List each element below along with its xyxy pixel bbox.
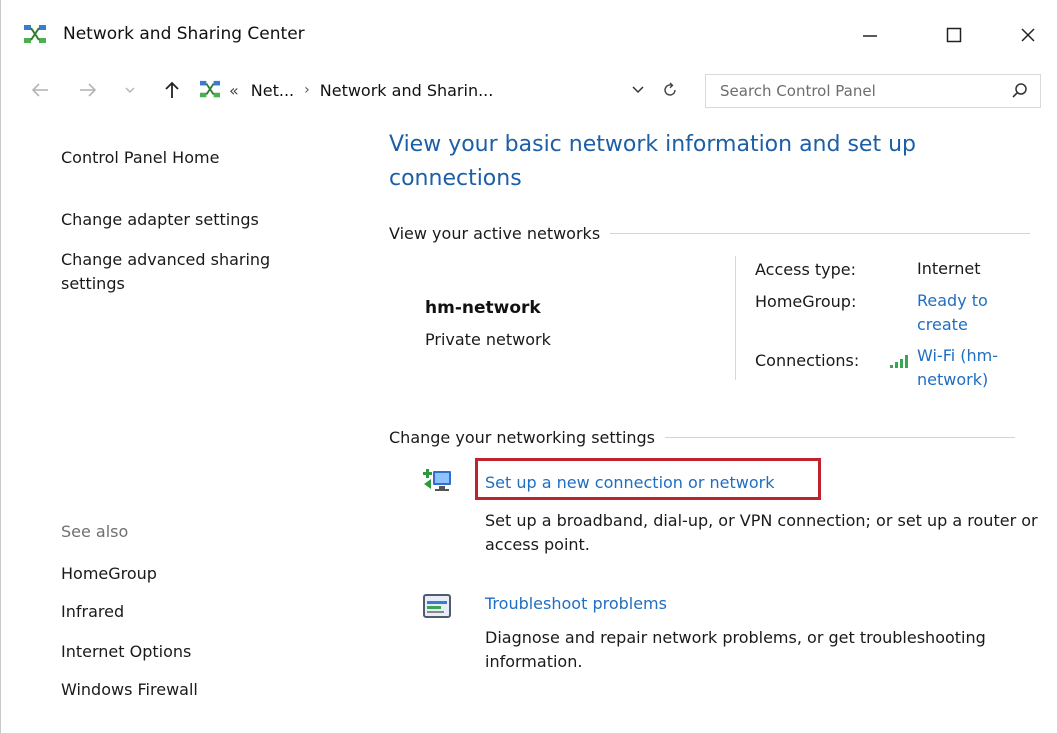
- change-settings-heading-text: Change your networking settings: [389, 428, 656, 447]
- troubleshoot-problems-link[interactable]: Troubleshoot problems: [485, 594, 667, 613]
- left-navigation-pane: Control Panel Home Change adapter settin…: [1, 116, 371, 733]
- wifi-connection-link[interactable]: Wi-Fi (hm-network): [917, 344, 1047, 392]
- search-icon[interactable]: [1010, 81, 1030, 101]
- window-title: Network and Sharing Center: [63, 24, 305, 44]
- access-type-label: Access type:: [755, 260, 856, 279]
- network-type: Private network: [425, 330, 551, 349]
- chevron-down-icon: [125, 87, 135, 93]
- close-button[interactable]: [1005, 18, 1051, 52]
- up-arrow-icon: [165, 81, 179, 98]
- highlight-annotation-box: [475, 458, 821, 500]
- wifi-signal-icon: [890, 355, 908, 368]
- internet-options-link[interactable]: Internet Options: [61, 640, 191, 664]
- minimize-icon: [863, 35, 877, 37]
- windows-firewall-link[interactable]: Windows Firewall: [61, 678, 198, 702]
- breadcrumb-overflow[interactable]: «: [229, 81, 239, 100]
- network-info-divider: [735, 256, 736, 380]
- address-row: « Net... › Network and Sharin...: [1, 66, 1057, 116]
- access-type-value: Internet: [917, 259, 981, 278]
- address-dropdown-button[interactable]: [625, 75, 651, 105]
- chevron-down-icon: [632, 86, 644, 94]
- change-adapter-settings-link[interactable]: Change adapter settings: [61, 208, 259, 232]
- connections-label: Connections:: [755, 351, 860, 370]
- control-panel-home-link[interactable]: Control Panel Home: [61, 146, 219, 170]
- main-content: View your basic network information and …: [389, 116, 1057, 733]
- refresh-button[interactable]: [655, 75, 685, 105]
- search-input[interactable]: [706, 82, 996, 100]
- change-advanced-sharing-link[interactable]: Change advanced sharing settings: [61, 248, 311, 296]
- breadcrumb-item-network[interactable]: Net...: [251, 81, 294, 100]
- network-name: hm-network: [425, 298, 541, 318]
- network-center-icon: [24, 25, 46, 43]
- homegroup-ready-link[interactable]: Ready to create: [917, 289, 1007, 337]
- maximize-icon: [946, 27, 962, 43]
- page-title: View your basic network information and …: [389, 132, 916, 191]
- title-bar: Network and Sharing Center: [1, 0, 1057, 66]
- new-connection-icon: [423, 469, 451, 491]
- homegroup-link[interactable]: HomeGroup: [61, 562, 157, 586]
- breadcrumb-item-sharing-center[interactable]: Network and Sharin...: [320, 81, 494, 100]
- see-also-label: See also: [61, 522, 129, 541]
- search-box[interactable]: [705, 74, 1041, 108]
- network-center-icon: [200, 80, 220, 98]
- change-settings-heading: Change your networking settings: [389, 428, 1016, 447]
- breadcrumb[interactable]: « Net... › Network and Sharin...: [193, 74, 693, 106]
- forward-arrow-icon: [80, 83, 97, 97]
- up-button[interactable]: [157, 75, 187, 105]
- close-icon: [1021, 28, 1035, 42]
- section-divider: [610, 233, 1031, 234]
- troubleshoot-icon: [423, 594, 451, 618]
- active-networks-heading-text: View your active networks: [389, 224, 601, 243]
- section-divider: [665, 437, 1016, 438]
- troubleshoot-problems-description: Diagnose and repair network problems, or…: [485, 628, 986, 671]
- maximize-button[interactable]: [931, 18, 977, 52]
- setup-new-connection-description: Set up a broadband, dial-up, or VPN conn…: [485, 511, 1038, 554]
- refresh-icon: [664, 82, 676, 96]
- forward-button[interactable]: [73, 75, 103, 105]
- back-arrow-icon: [31, 83, 48, 97]
- homegroup-label: HomeGroup:: [755, 292, 857, 311]
- minimize-button[interactable]: [847, 18, 893, 52]
- back-button[interactable]: [25, 75, 55, 105]
- breadcrumb-separator[interactable]: ›: [304, 82, 310, 98]
- recent-locations-button[interactable]: [115, 75, 145, 105]
- network-sharing-window: Network and Sharing Center « Net... › Ne…: [0, 0, 1057, 733]
- active-networks-heading: View your active networks: [389, 224, 1031, 243]
- infrared-link[interactable]: Infrared: [61, 600, 124, 624]
